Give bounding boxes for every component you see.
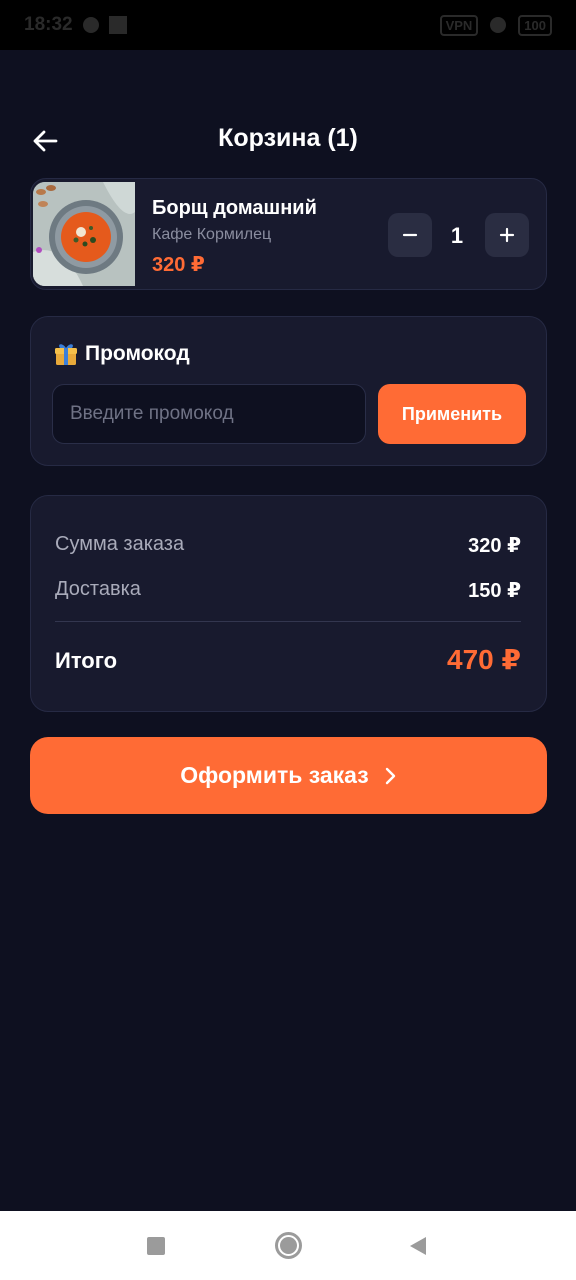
cart-item-card: Борщ домашний Кафе Кормилец 320 ₽ 1 — [30, 178, 547, 290]
item-price: 320 ₽ — [152, 254, 205, 276]
system-nav-bar — [0, 1211, 576, 1280]
total-value: 470 ₽ — [447, 644, 521, 675]
apply-promo-button[interactable]: Применить — [378, 384, 526, 444]
home-circle-inner — [280, 1237, 297, 1254]
item-image — [33, 182, 135, 286]
delivery-label: Доставка — [55, 578, 141, 600]
status-right: VPN 100 — [439, 14, 552, 36]
page-title: Корзина (1) — [218, 124, 358, 152]
delivery-value: 150 ₽ — [468, 580, 521, 602]
status-time: 18:32 — [24, 14, 73, 35]
checkout-button[interactable]: Оформить заказ — [30, 737, 547, 814]
subtotal-label: Сумма заказа — [55, 533, 185, 555]
chevron-right-icon — [385, 767, 395, 784]
wifi-icon — [490, 17, 507, 33]
promo-card: Промокод Применить — [30, 316, 547, 466]
summary-divider — [55, 621, 521, 622]
gift-icon — [55, 344, 77, 365]
minus-icon — [402, 233, 418, 237]
decrease-quantity-button[interactable] — [388, 213, 432, 257]
status-bar: 18:32 VPN 100 — [0, 0, 576, 50]
plus-icon — [499, 227, 515, 243]
battery-icon: 100 — [518, 14, 552, 36]
home-circle-icon[interactable] — [275, 1232, 302, 1259]
order-summary-card: Сумма заказа 320 ₽ Доставка 150 ₽ Итого … — [30, 495, 547, 712]
recents-square-icon[interactable] — [147, 1237, 165, 1255]
promo-header: Промокод — [53, 341, 190, 367]
total-label: Итого — [55, 648, 118, 673]
promo-title: Промокод — [85, 342, 190, 365]
back-triangle-icon[interactable] — [409, 1236, 427, 1256]
quantity-value: 1 — [450, 223, 464, 248]
subtotal-value: 320 ₽ — [468, 535, 521, 557]
header: Корзина (1) — [0, 110, 576, 172]
vpn-badge: VPN — [439, 14, 479, 36]
item-cafe: Кафе Кормилец — [152, 226, 272, 243]
promo-code-input[interactable] — [52, 384, 366, 444]
app-icon — [108, 16, 127, 34]
item-name: Борщ домашний — [152, 197, 317, 219]
notification-icon — [82, 17, 99, 33]
checkout-label: Оформить заказ — [180, 762, 369, 788]
borscht-image — [33, 182, 135, 286]
increase-quantity-button[interactable] — [485, 213, 529, 257]
status-left: 18:32 — [24, 14, 127, 36]
cart-screen: 18:32 VPN 100 Корзина (1) Борщ домашний … — [0, 0, 576, 1280]
